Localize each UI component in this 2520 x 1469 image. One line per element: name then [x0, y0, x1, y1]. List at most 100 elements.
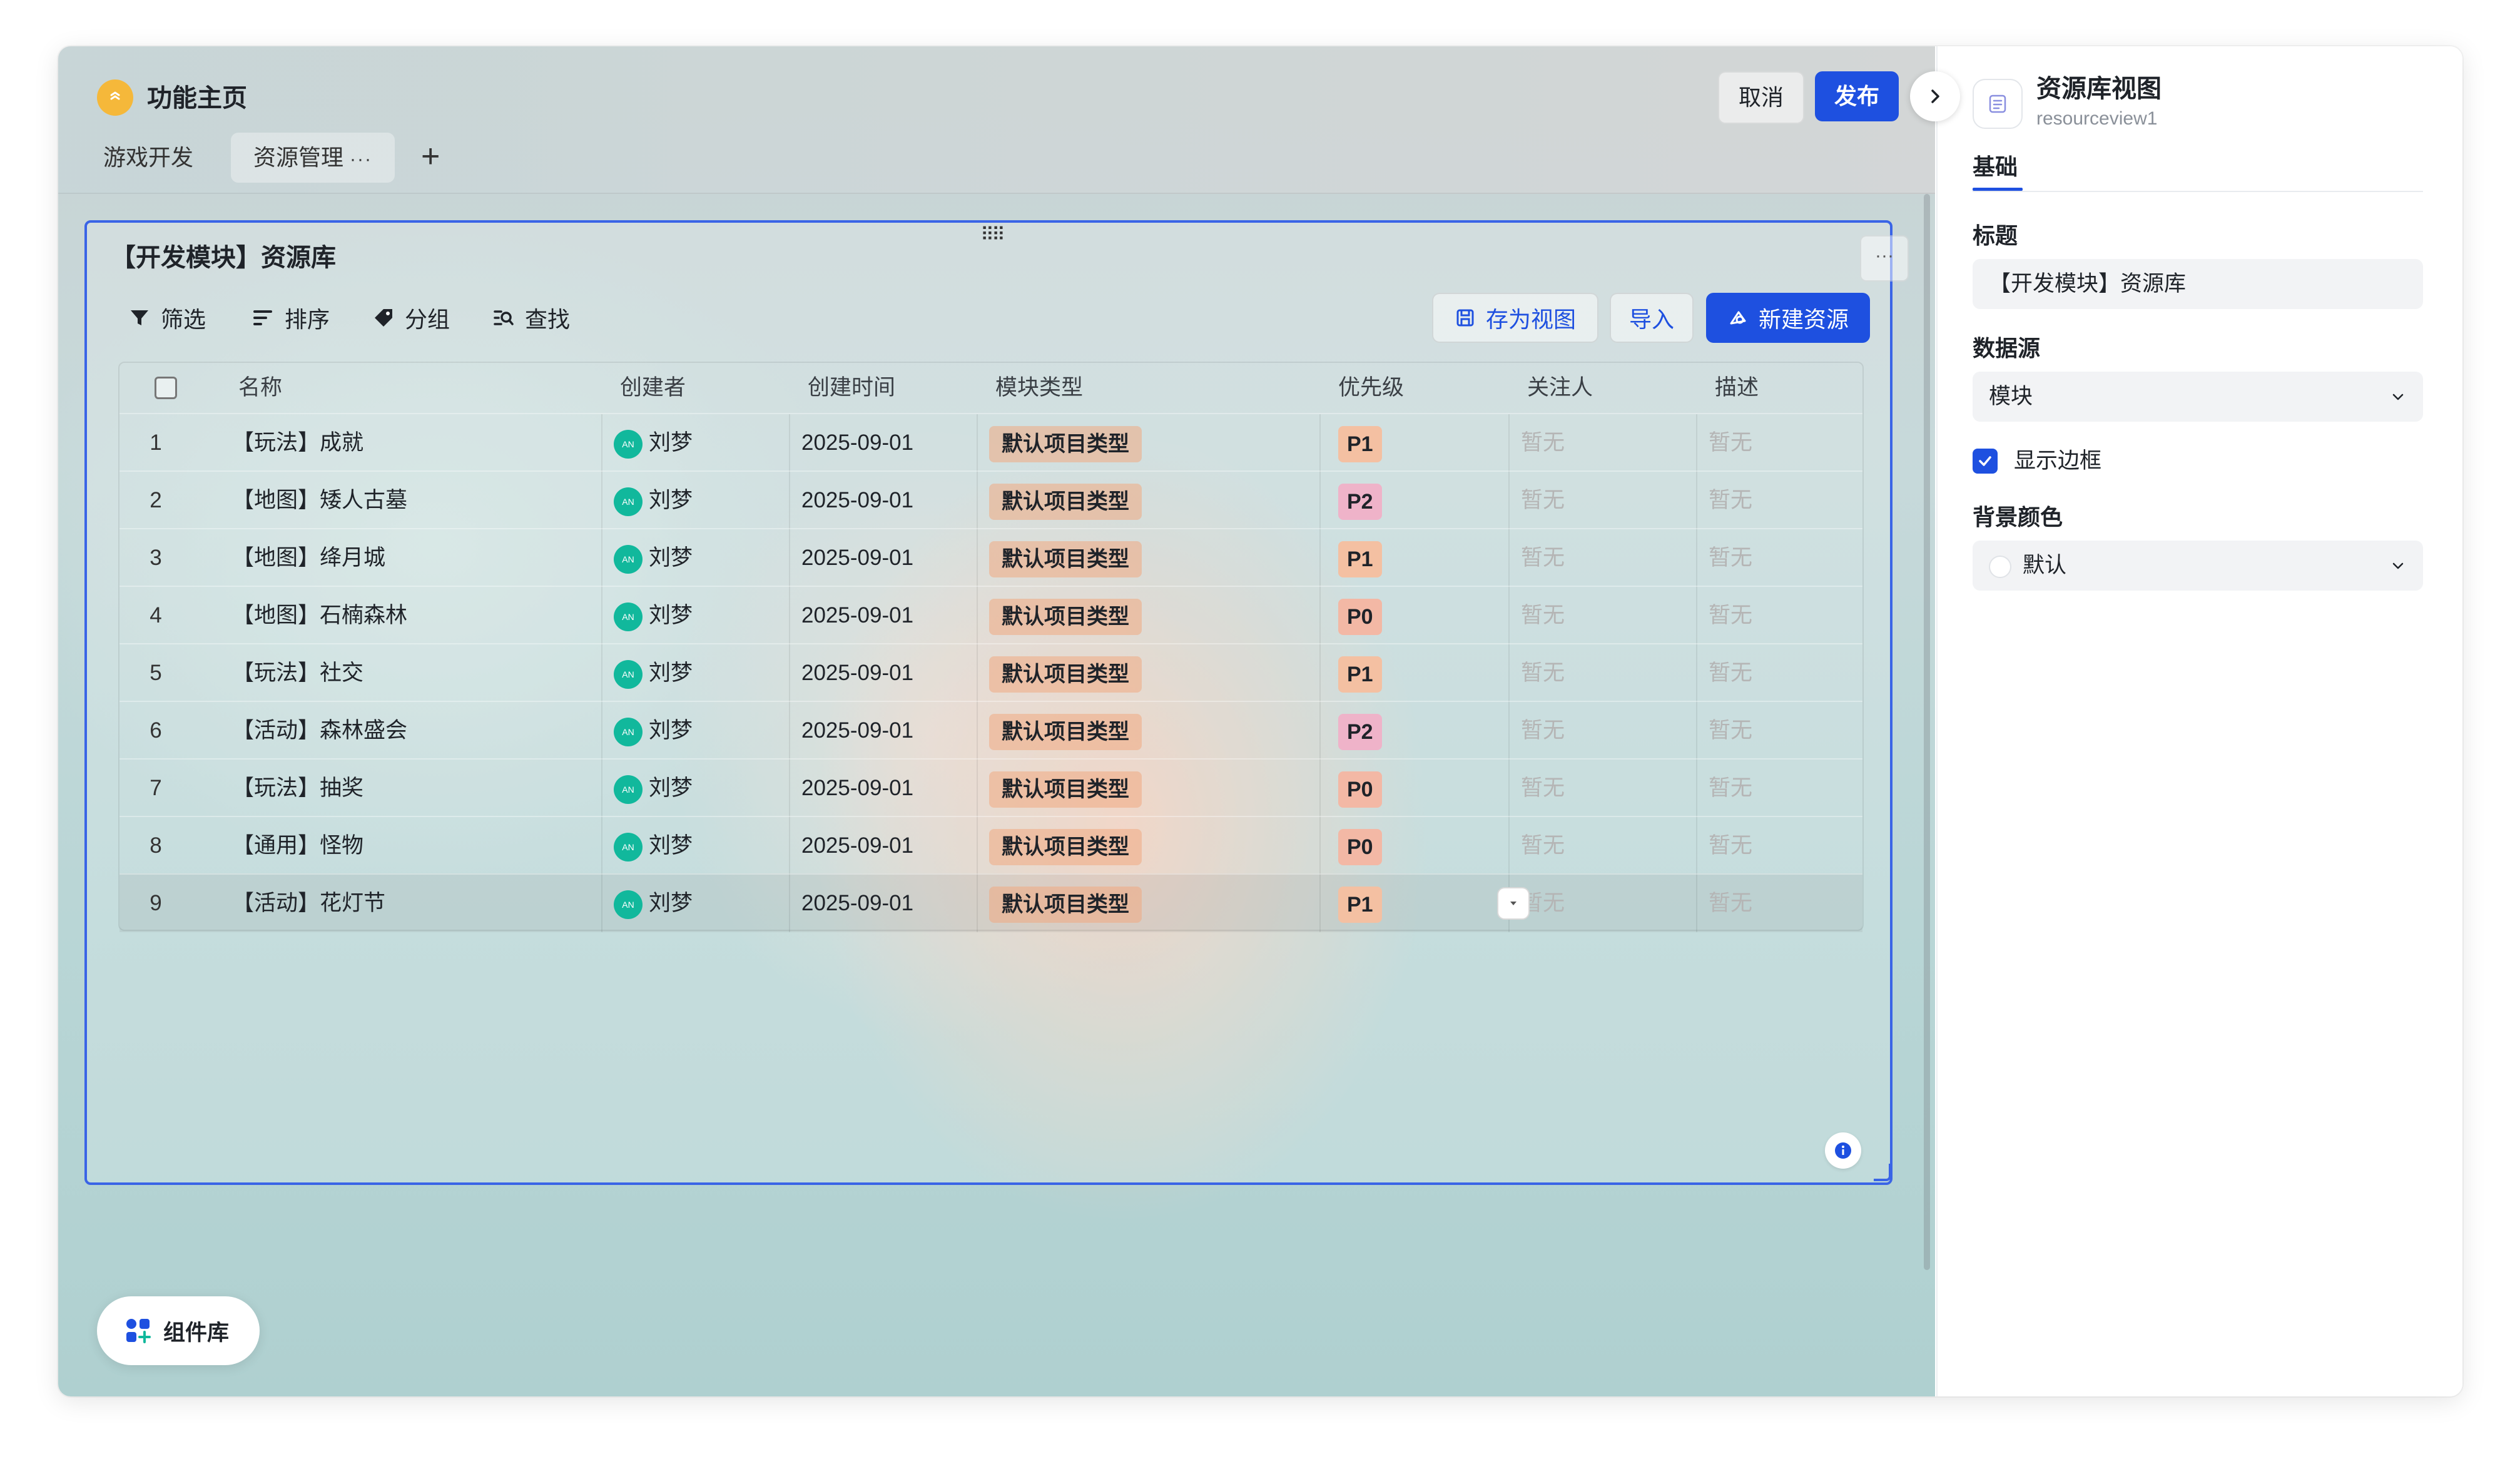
- find-button[interactable]: 查找: [492, 299, 570, 337]
- cell-created-time[interactable]: 2025-09-01: [801, 472, 913, 529]
- cell-created-time[interactable]: 2025-09-01: [801, 529, 913, 587]
- cell-watcher[interactable]: 暂无: [1521, 472, 1565, 529]
- collapse-panel-button[interactable]: [1910, 71, 1960, 121]
- cell-watcher[interactable]: 暂无: [1521, 414, 1565, 472]
- row-index[interactable]: 2: [131, 472, 181, 529]
- table-row[interactable]: 6 【活动】森林盛会 AN 刘梦 2025-09-01 默认项目类型 P2 暂无 暂无: [119, 701, 1862, 760]
- column-header-name[interactable]: 名称: [238, 363, 282, 413]
- component-library-button[interactable]: 组件库: [97, 1296, 260, 1365]
- add-tab-icon[interactable]: +: [421, 131, 440, 181]
- cell-name[interactable]: 【地图】石楠森林: [232, 587, 407, 644]
- row-index[interactable]: 3: [131, 529, 181, 587]
- row-index[interactable]: 8: [131, 817, 181, 875]
- cell-description[interactable]: 暂无: [1709, 702, 1752, 760]
- cell-name[interactable]: 【通用】怪物: [232, 817, 363, 875]
- table-row[interactable]: 1 【玩法】成就 AN 刘梦 2025-09-01 默认项目类型 P1 暂无 暂无: [119, 413, 1862, 472]
- cell-description[interactable]: 暂无: [1709, 529, 1752, 587]
- cell-priority[interactable]: P0: [1338, 587, 1382, 644]
- cell-creator[interactable]: AN 刘梦: [614, 875, 693, 932]
- cell-description[interactable]: 暂无: [1709, 414, 1752, 472]
- resource-view-card[interactable]: ⠿⠿ 【开发模块】资源库 ··· 筛选 排序 分组 查找 存为视图 导入 新建资…: [84, 220, 1909, 1185]
- group-button[interactable]: 分组: [372, 299, 450, 337]
- cell-watcher[interactable]: 暂无: [1521, 702, 1565, 760]
- cell-watcher[interactable]: 暂无: [1521, 760, 1565, 817]
- cell-module-type[interactable]: 默认项目类型: [989, 529, 1142, 587]
- more-options-button[interactable]: ···: [1860, 235, 1909, 282]
- select-all-checkbox[interactable]: [155, 377, 177, 399]
- cell-creator[interactable]: AN 刘梦: [614, 414, 693, 472]
- cell-description[interactable]: 暂无: [1709, 875, 1752, 932]
- cell-module-type[interactable]: 默认项目类型: [989, 644, 1142, 702]
- cell-name[interactable]: 【玩法】抽奖: [232, 760, 363, 817]
- cell-name[interactable]: 【活动】花灯节: [232, 875, 385, 932]
- new-resource-button[interactable]: 新建资源: [1706, 293, 1870, 343]
- show-border-checkbox[interactable]: [1973, 449, 1998, 474]
- cell-name[interactable]: 【玩法】成就: [232, 414, 363, 472]
- row-index[interactable]: 6: [131, 702, 181, 760]
- cell-name[interactable]: 【地图】绛月城: [232, 529, 385, 587]
- cell-watcher[interactable]: 暂无: [1521, 587, 1565, 644]
- cell-description[interactable]: 暂无: [1709, 587, 1752, 644]
- cell-creator[interactable]: AN 刘梦: [614, 817, 693, 875]
- column-header-priority[interactable]: 优先级: [1338, 363, 1404, 413]
- column-header-created-time[interactable]: 创建时间: [808, 363, 895, 413]
- save-view-button[interactable]: 存为视图: [1432, 293, 1598, 343]
- tab-more-icon[interactable]: ···: [350, 149, 372, 170]
- cell-creator[interactable]: AN 刘梦: [614, 587, 693, 644]
- cancel-button[interactable]: 取消: [1718, 71, 1804, 124]
- cell-created-time[interactable]: 2025-09-01: [801, 702, 913, 760]
- cell-name[interactable]: 【活动】森林盛会: [232, 702, 407, 760]
- cell-creator[interactable]: AN 刘梦: [614, 644, 693, 702]
- table-row[interactable]: 9 【活动】花灯节 AN 刘梦 2025-09-01 默认项目类型 P1 暂无 暂无: [119, 873, 1862, 932]
- bg-color-select[interactable]: 默认: [1973, 541, 2423, 591]
- sort-button[interactable]: 排序: [252, 299, 330, 337]
- column-header-creator[interactable]: 创建者: [620, 363, 686, 413]
- column-header-watcher[interactable]: 关注人: [1527, 363, 1593, 413]
- title-input[interactable]: 【开发模块】资源库: [1973, 259, 2423, 309]
- row-index[interactable]: 9: [131, 875, 181, 932]
- cell-watcher[interactable]: 暂无: [1521, 529, 1565, 587]
- table-row[interactable]: 7 【玩法】抽奖 AN 刘梦 2025-09-01 默认项目类型 P0 暂无 暂无: [119, 758, 1862, 817]
- cell-module-type[interactable]: 默认项目类型: [989, 817, 1142, 875]
- import-button[interactable]: 导入: [1610, 293, 1694, 343]
- datasource-select[interactable]: 模块: [1973, 372, 2423, 422]
- cell-watcher[interactable]: 暂无: [1521, 817, 1565, 875]
- cell-created-time[interactable]: 2025-09-01: [801, 760, 913, 817]
- resize-handle-icon[interactable]: [1874, 1164, 1891, 1181]
- cell-priority[interactable]: P0: [1338, 760, 1382, 817]
- cell-created-time[interactable]: 2025-09-01: [801, 587, 913, 644]
- table-row[interactable]: 3 【地图】绛月城 AN 刘梦 2025-09-01 默认项目类型 P1 暂无 暂无: [119, 528, 1862, 587]
- filter-button[interactable]: 筛选: [128, 299, 206, 337]
- cell-priority[interactable]: P1: [1338, 875, 1382, 932]
- cell-created-time[interactable]: 2025-09-01: [801, 875, 913, 932]
- drag-handle-icon[interactable]: ⠿⠿: [980, 226, 1005, 245]
- row-index[interactable]: 5: [131, 644, 181, 702]
- cell-created-time[interactable]: 2025-09-01: [801, 644, 913, 702]
- cell-priority[interactable]: P1: [1338, 644, 1382, 702]
- cell-creator[interactable]: AN 刘梦: [614, 760, 693, 817]
- cell-description[interactable]: 暂无: [1709, 472, 1752, 529]
- cell-creator[interactable]: AN 刘梦: [614, 472, 693, 529]
- table-row[interactable]: 5 【玩法】社交 AN 刘梦 2025-09-01 默认项目类型 P1 暂无 暂无: [119, 643, 1862, 702]
- cell-watcher[interactable]: 暂无: [1521, 644, 1565, 702]
- row-index[interactable]: 7: [131, 760, 181, 817]
- table-row[interactable]: 8 【通用】怪物 AN 刘梦 2025-09-01 默认项目类型 P0 暂无 暂无: [119, 816, 1862, 875]
- cell-module-type[interactable]: 默认项目类型: [989, 702, 1142, 760]
- cell-module-type[interactable]: 默认项目类型: [989, 875, 1142, 932]
- canvas-scrollbar[interactable]: [1924, 194, 1930, 1270]
- cell-name[interactable]: 【玩法】社交: [232, 644, 363, 702]
- cell-created-time[interactable]: 2025-09-01: [801, 414, 913, 472]
- tab-basic[interactable]: 基础: [1973, 151, 2018, 183]
- cell-module-type[interactable]: 默认项目类型: [989, 472, 1142, 529]
- cell-created-time[interactable]: 2025-09-01: [801, 817, 913, 875]
- info-icon[interactable]: [1825, 1132, 1861, 1169]
- table-row[interactable]: 2 【地图】矮人古墓 AN 刘梦 2025-09-01 默认项目类型 P2 暂无 暂无: [119, 470, 1862, 529]
- cell-creator[interactable]: AN 刘梦: [614, 702, 693, 760]
- publish-button[interactable]: 发布: [1815, 71, 1899, 121]
- cell-module-type[interactable]: 默认项目类型: [989, 414, 1142, 472]
- cell-module-type[interactable]: 默认项目类型: [989, 587, 1142, 644]
- column-header-description[interactable]: 描述: [1715, 363, 1759, 413]
- cell-module-type[interactable]: 默认项目类型: [989, 760, 1142, 817]
- cell-name[interactable]: 【地图】矮人古墓: [232, 472, 407, 529]
- cell-description[interactable]: 暂无: [1709, 760, 1752, 817]
